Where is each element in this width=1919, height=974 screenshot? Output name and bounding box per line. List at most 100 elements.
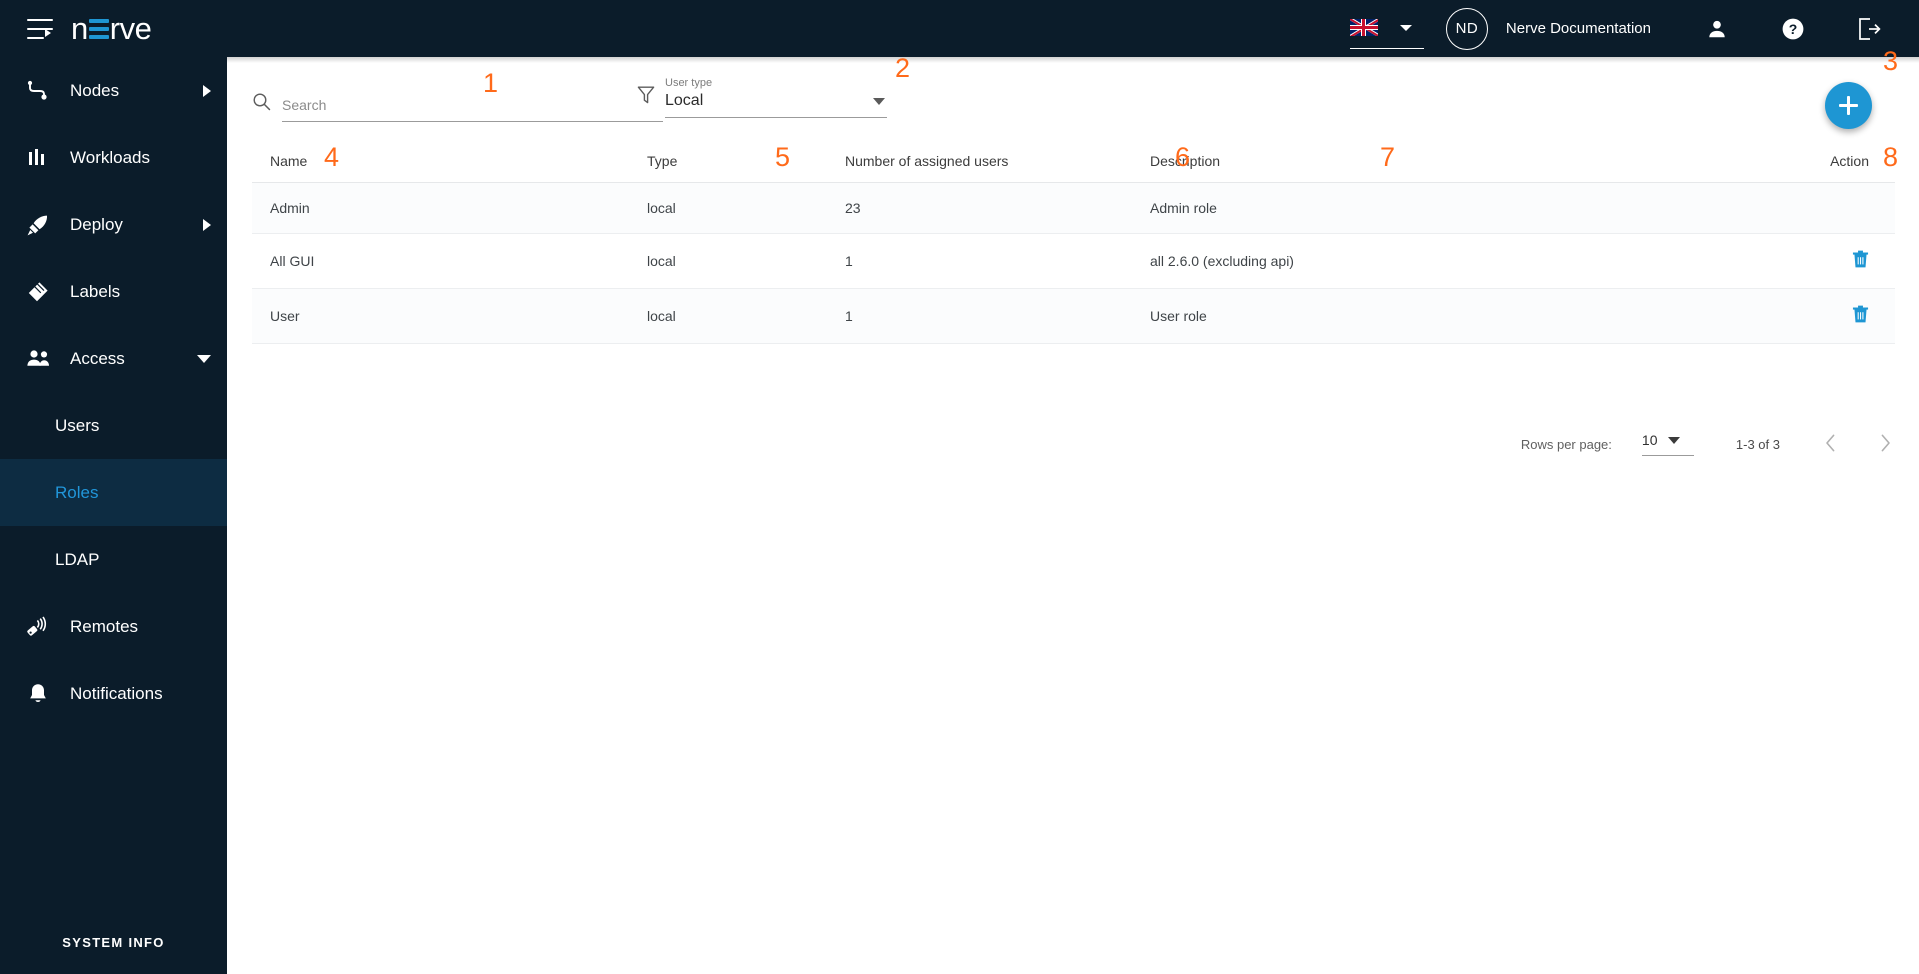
sidebar-item-label: Workloads [70, 147, 150, 167]
chevron-down-icon [197, 354, 211, 363]
user-type-label: User type [665, 77, 713, 89]
sidebar-item-label: Remotes [70, 616, 139, 636]
table-header: Name Type Number of assigned users Descr… [252, 153, 1895, 183]
rocket-icon [26, 213, 56, 237]
chevron-left-icon [1826, 434, 1835, 451]
question-mark-icon: ? [1782, 18, 1804, 39]
roles-table-container: Name Type Number of assigned users Descr… [252, 153, 1895, 344]
column-description[interactable]: Description [1150, 153, 1775, 183]
cell-name: All GUI [252, 233, 647, 289]
sidebar-item-nodes[interactable]: Nodes [0, 57, 227, 124]
cell-description: all 2.6.0 (excluding api) [1150, 233, 1775, 289]
column-type[interactable]: Type [647, 153, 845, 183]
previous-page-button[interactable] [1824, 433, 1837, 456]
bell-icon [26, 682, 56, 706]
cell-type: local [647, 233, 845, 289]
search-container [252, 92, 663, 122]
sidebar-item-users[interactable]: Users [0, 392, 227, 459]
table-row[interactable]: Admin local 23 Admin role [252, 182, 1895, 234]
rows-per-page-value: 10 [1641, 432, 1658, 448]
plus-icon-vertical [1847, 96, 1850, 115]
sidebar-subitem-label: Roles [55, 482, 99, 502]
sidebar-item-ldap[interactable]: LDAP [0, 526, 227, 593]
labels-tag-icon [26, 280, 56, 304]
delete-role-button[interactable] [1852, 305, 1869, 327]
table-header-row: Name Type Number of assigned users Descr… [252, 153, 1895, 183]
avatar[interactable]: ND [1445, 7, 1488, 50]
sidebar-item-roles[interactable]: Roles [0, 459, 227, 526]
add-role-button[interactable] [1825, 82, 1872, 129]
chevron-right-icon [203, 218, 211, 231]
table-body: Admin local 23 Admin role All GUI local … [252, 182, 1895, 344]
language-selector[interactable] [1349, 19, 1424, 49]
logo-text-left: n [71, 11, 88, 46]
profile-button[interactable] [1695, 18, 1739, 40]
chevron-right-icon [1881, 434, 1890, 451]
next-page-button[interactable] [1879, 433, 1892, 456]
uk-flag-icon [1349, 19, 1378, 36]
cell-name: User [252, 288, 647, 344]
sidebar-item-labels[interactable]: Labels [0, 258, 227, 325]
delete-role-button[interactable] [1852, 250, 1869, 272]
header-actions: ND Nerve Documentation ? [1349, 0, 1919, 57]
column-assigned-users[interactable]: Number of assigned users [845, 153, 1150, 183]
sidebar-item-remotes[interactable]: Remotes [0, 593, 227, 660]
sidebar-subitem-label: Users [55, 415, 100, 435]
column-action: Action [1775, 153, 1895, 183]
sidebar-item-label: Notifications [70, 683, 163, 703]
rows-per-page-select[interactable]: 10 [1641, 432, 1694, 456]
main-content: User type Local Name Type Number of assi… [227, 57, 1919, 974]
cell-assigned-users: 1 [845, 288, 1150, 344]
sidebar-item-label: Labels [70, 281, 121, 301]
people-icon [26, 347, 56, 371]
chevron-right-icon [203, 84, 211, 97]
trash-icon [1852, 250, 1869, 268]
logo-e-bars-icon [88, 17, 109, 41]
cell-assigned-users: 23 [845, 182, 1150, 234]
sidebar-item-label: Deploy [70, 214, 123, 234]
toolbar: User type Local [227, 57, 1919, 141]
cell-type: local [647, 288, 845, 344]
filter-funnel-icon [637, 85, 655, 110]
sidebar-item-deploy[interactable]: Deploy [0, 191, 227, 258]
cell-name: Admin [252, 182, 647, 234]
avatar-initials: ND [1455, 20, 1479, 37]
system-info-button[interactable]: SYSTEM INFO [0, 910, 227, 974]
column-name[interactable]: Name [252, 153, 647, 183]
svg-text:?: ? [1789, 21, 1798, 37]
table-row[interactable]: User local 1 User role [252, 288, 1895, 344]
search-input[interactable] [282, 97, 663, 122]
sidebar-item-label: Nodes [70, 80, 120, 100]
sidebar-item-access[interactable]: Access [0, 325, 227, 392]
sidebar: Nodes Workloads Deploy Labels Access Use… [0, 57, 227, 974]
cell-description: Admin role [1150, 182, 1775, 234]
cell-action [1775, 233, 1895, 289]
nerve-logo[interactable]: n rve [71, 0, 152, 57]
pagination-range: 1-3 of 3 [1735, 436, 1780, 452]
chevron-down-icon [1668, 436, 1681, 444]
system-info-label: SYSTEM INFO [62, 934, 165, 950]
sidebar-item-workloads[interactable]: Workloads [0, 124, 227, 191]
logout-icon [1859, 17, 1881, 40]
remote-control-icon [26, 615, 56, 639]
logo-text-right: rve [109, 11, 152, 46]
sidebar-item-label: Access [70, 348, 125, 368]
help-button[interactable]: ? [1771, 17, 1815, 41]
nodes-icon [26, 79, 56, 103]
search-icon [252, 92, 271, 116]
workloads-icon [26, 146, 56, 170]
table-row[interactable]: All GUI local 1 all 2.6.0 (excluding api… [252, 233, 1895, 289]
cell-type: local [647, 182, 845, 234]
logout-button[interactable] [1847, 16, 1891, 42]
language-underline [1349, 47, 1424, 49]
sidebar-item-notifications[interactable]: Notifications [0, 660, 227, 727]
pagination: Rows per page: 10 1-3 of 3 [1521, 432, 1894, 456]
person-icon [1709, 20, 1725, 37]
user-name-label: Nerve Documentation [1505, 20, 1651, 37]
user-type-select[interactable]: User type Local [665, 77, 887, 118]
user-type-value: Local [665, 92, 704, 109]
cell-action [1775, 288, 1895, 344]
trash-icon [1852, 305, 1869, 323]
cell-description: User role [1150, 288, 1775, 344]
app-root: n rve ND Nerve Documentation ? Nodes Wor… [0, 0, 1919, 974]
